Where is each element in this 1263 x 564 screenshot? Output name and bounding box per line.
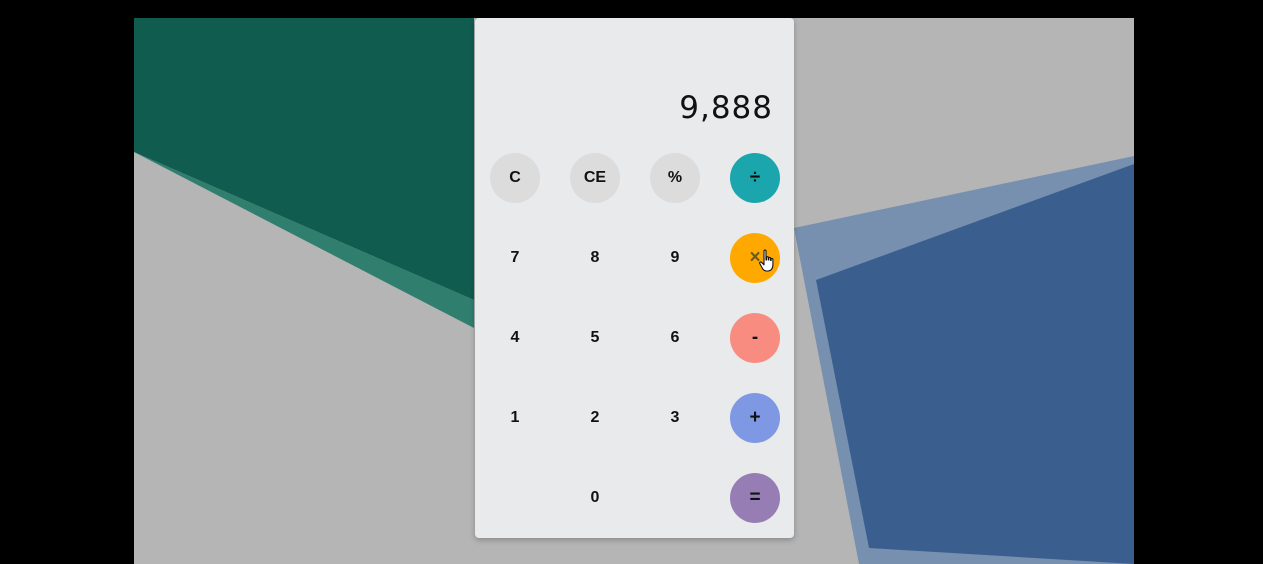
digit-9-button[interactable]: 9 — [650, 233, 700, 283]
digit-7-button[interactable]: 7 — [490, 233, 540, 283]
percent-button[interactable]: % — [650, 153, 700, 203]
calculator-panel: 9,888 C CE % ÷ 7 8 9 × 4 5 6 - 1 2 3 + 0… — [475, 18, 794, 538]
clear-button[interactable]: C — [490, 153, 540, 203]
green-shape — [134, 18, 474, 300]
digit-2-button[interactable]: 2 — [570, 393, 620, 443]
digit-6-button[interactable]: 6 — [650, 313, 700, 363]
digit-8-button[interactable]: 8 — [570, 233, 620, 283]
calculator-display: 9,888 — [679, 90, 773, 126]
hand-pointer-icon — [759, 249, 774, 272]
digit-4-button[interactable]: 4 — [490, 313, 540, 363]
add-button[interactable]: + — [730, 393, 780, 443]
digit-0-button[interactable]: 0 — [570, 473, 620, 523]
digit-1-button[interactable]: 1 — [490, 393, 540, 443]
clear-entry-button[interactable]: CE — [570, 153, 620, 203]
digit-3-button[interactable]: 3 — [650, 393, 700, 443]
subtract-button[interactable]: - — [730, 313, 780, 363]
divide-button[interactable]: ÷ — [730, 153, 780, 203]
digit-5-button[interactable]: 5 — [570, 313, 620, 363]
equals-button[interactable]: = — [730, 473, 780, 523]
